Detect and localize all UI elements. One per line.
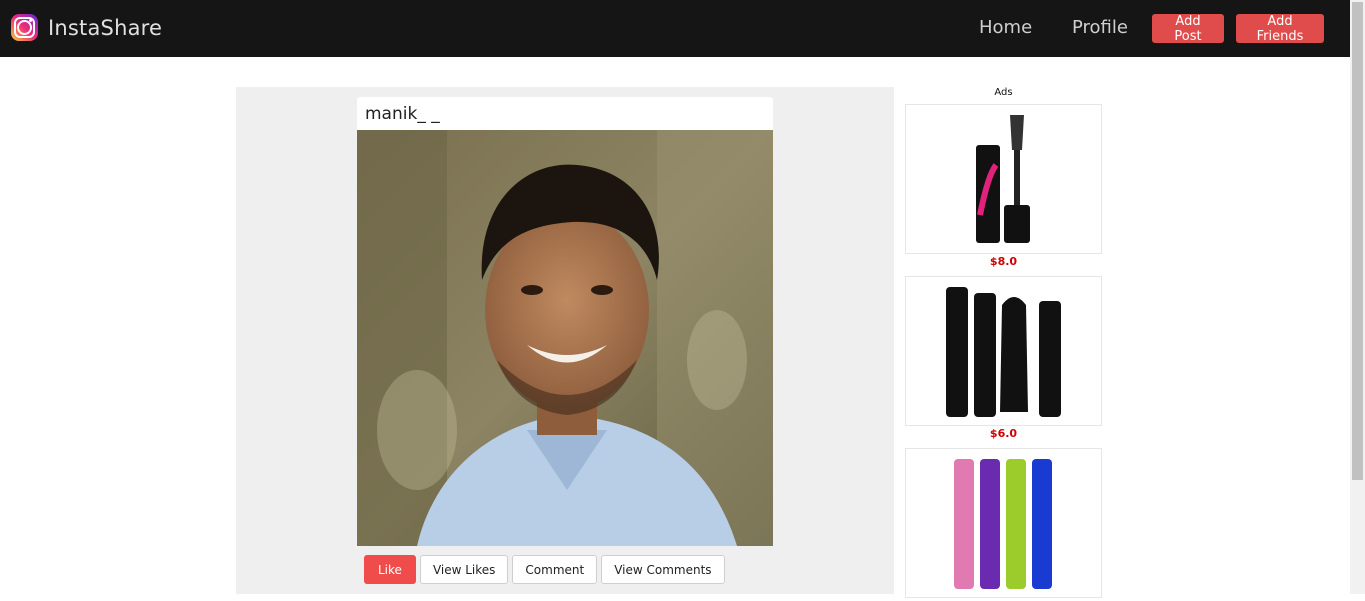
app-name: InstaShare: [48, 15, 163, 40]
ad-product-image: [954, 459, 1052, 589]
top-navbar: InstaShare Home Profile Add Post Add Fri…: [0, 0, 1350, 57]
post-photo: [357, 130, 773, 546]
ad-product-image: [976, 115, 1030, 243]
ad-card-color-mascara[interactable]: [905, 448, 1102, 598]
ad-price: $8.0: [989, 255, 1018, 268]
add-post-button[interactable]: Add Post: [1152, 14, 1224, 44]
view-likes-button[interactable]: View Likes: [419, 555, 509, 584]
post-username[interactable]: manik_ _: [365, 104, 440, 124]
ads-sidebar: Ads $8.0 $6.0: [905, 84, 1102, 598]
ad-price: $6.0: [989, 427, 1018, 440]
view-comments-button[interactable]: View Comments: [601, 555, 725, 584]
post-actions: Like View Likes Comment View Comments: [364, 555, 729, 584]
comment-button[interactable]: Comment: [512, 555, 598, 584]
like-button[interactable]: Like: [364, 555, 416, 584]
ad-product-image: [946, 287, 1061, 417]
ad-card-mascara-single[interactable]: [905, 104, 1102, 254]
instagram-logo-icon: [11, 14, 38, 41]
scrollbar-thumb[interactable]: [1352, 2, 1363, 480]
nav-home-link[interactable]: Home: [979, 17, 1032, 38]
nav-profile-link[interactable]: Profile: [1072, 17, 1128, 38]
brand[interactable]: InstaShare: [11, 14, 162, 41]
post-header: manik_ _: [357, 97, 773, 130]
post-feed: manik_ _ Like View Likes Comment View Co…: [236, 87, 894, 594]
ads-title: Ads: [994, 87, 1013, 98]
ad-card-mascara-set[interactable]: [905, 276, 1102, 426]
add-friends-button[interactable]: Add Friends: [1236, 14, 1324, 44]
